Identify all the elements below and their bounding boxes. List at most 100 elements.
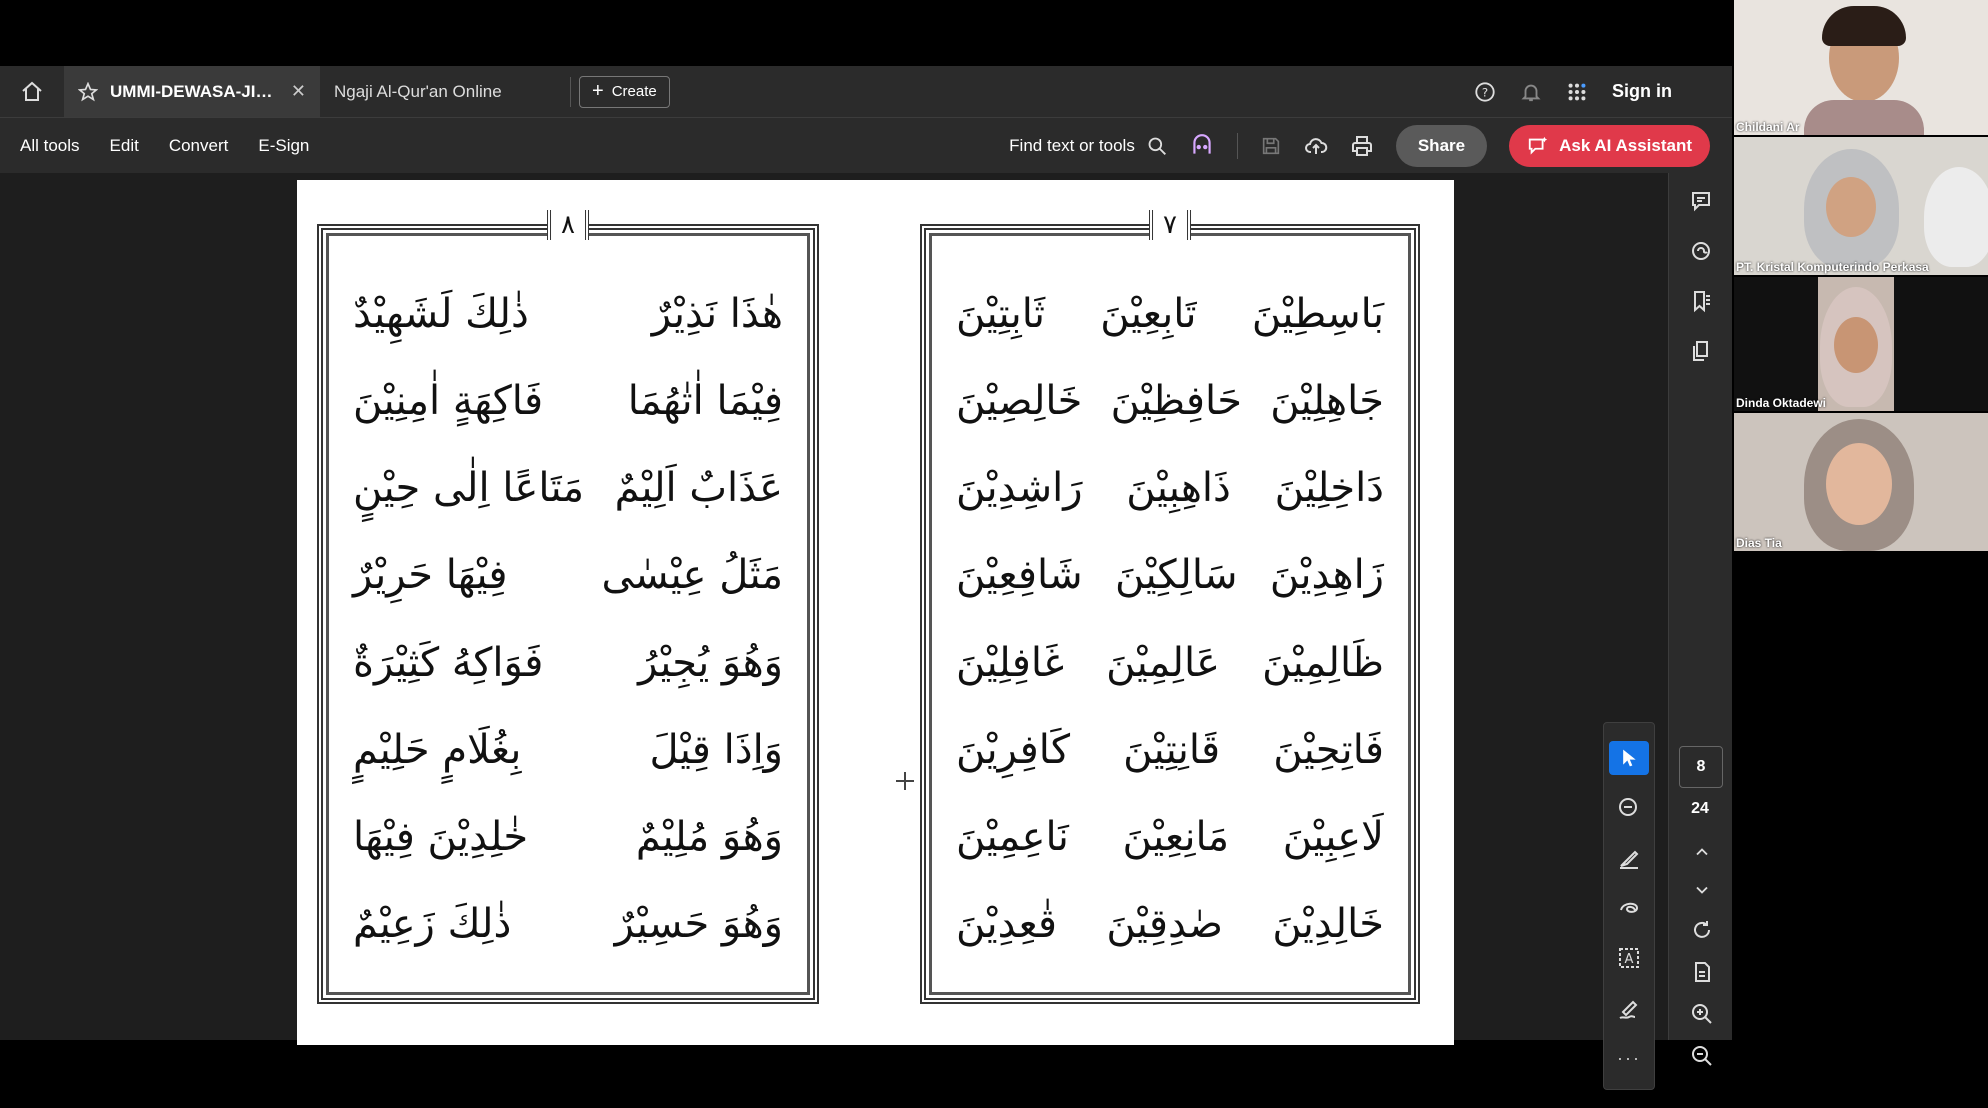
sign-in-link[interactable]: Sign in	[1612, 81, 1672, 102]
crosshair-cursor	[896, 772, 914, 790]
right-page-frame: ٧ بَاسِطِيْنَ تَابِعِيْنَ ثَابِتِيْنَ جَاهِ…	[920, 210, 1420, 1004]
arabic-word: دَاخِلِيْنَ	[1274, 465, 1384, 512]
apps-grid-icon[interactable]	[1566, 81, 1588, 103]
arabic-word: لَاعِبِيْنَ	[1282, 814, 1384, 861]
text-tool[interactable]: A	[1609, 941, 1649, 975]
main-toolbar: All tools Edit Convert E-Sign Find text …	[0, 117, 1732, 174]
freehand-draw-icon	[1620, 902, 1639, 913]
svg-text:?: ?	[1482, 85, 1488, 99]
text-line: لَاعِبِيْنَ مَانِعِيْنَ نَاعِمِيْنَ	[956, 794, 1384, 881]
select-tool[interactable]	[1609, 741, 1649, 775]
share-label: Share	[1417, 136, 1466, 155]
document-area[interactable]: ٨ هٰذَا نَذِيْرٌ ذٰلِكَ لَشَهِيْدٌ فِيْمَا…	[0, 173, 1668, 1045]
menu-all-tools[interactable]: All tools	[20, 136, 80, 156]
create-label: Create	[611, 83, 657, 100]
sign-tool[interactable]	[1609, 991, 1649, 1025]
text-line: مَثَلُ عِيْسٰى فِيْهَا حَرِيْرٌ	[353, 532, 783, 619]
zoom-in-icon[interactable]	[1690, 1002, 1714, 1026]
participant-tile-4: Dias Tia	[1734, 413, 1988, 551]
help-icon[interactable]: ?	[1474, 81, 1496, 103]
participant-tile-3: Dinda Oktadewi	[1734, 277, 1988, 411]
rotate-icon[interactable]	[1690, 918, 1714, 942]
participant-face-4	[1826, 443, 1892, 525]
zoom-out-icon[interactable]	[1690, 1044, 1714, 1068]
quick-tools-bar: A ···	[1603, 722, 1655, 1090]
arabic-word: بَاسِطِيْنَ	[1251, 290, 1384, 337]
text-box-icon: A	[1619, 948, 1639, 968]
current-page-input[interactable]: 8	[1679, 746, 1723, 788]
ask-ai-label: Ask AI Assistant	[1559, 136, 1692, 155]
pdf-viewer-window: UMMI-DEWASA-JILID-... ✕ Ngaji Al-Qur'an …	[0, 66, 1732, 1090]
plus-icon: +	[592, 80, 604, 102]
add-comment-icon	[1619, 798, 1637, 816]
arabic-word: قَانِتِيْنَ	[1123, 726, 1221, 773]
arabic-word: وَهُوَ مُلِيْمٌ	[635, 814, 783, 861]
ai-read-aloud-icon[interactable]	[1189, 133, 1215, 159]
participant-video-2b	[1924, 167, 1988, 267]
arabic-word: شَافِعِيْنَ	[956, 552, 1083, 599]
text-line: جَاهِلِيْنَ حَافِظِيْنَ خَالِصِيْنَ	[956, 357, 1384, 444]
chevron-down-icon[interactable]	[1692, 880, 1712, 900]
arabic-word: صٰدِقِيْنَ	[1106, 901, 1223, 948]
pages-icon[interactable]	[1689, 339, 1713, 363]
arabic-word: خَالِدِيْنَ	[1272, 901, 1384, 948]
save-icon[interactable]	[1260, 135, 1282, 157]
cursor-arrow-icon	[1623, 749, 1636, 767]
share-button[interactable]: Share	[1395, 125, 1488, 167]
create-button[interactable]: + Create	[579, 75, 670, 108]
print-icon[interactable]	[1350, 134, 1374, 158]
menu-edit[interactable]: Edit	[110, 136, 139, 156]
arabic-word: بِغُلَامٍ حَلِيْمٍ	[353, 726, 522, 773]
tab-bar: UMMI-DEWASA-JILID-... ✕ Ngaji Al-Qur'an …	[0, 66, 1732, 117]
arabic-word: فَاتِحِيْنَ	[1273, 726, 1384, 773]
chevron-up-icon[interactable]	[1692, 842, 1712, 862]
arabic-word: ظَالِمِيْنَ	[1262, 639, 1384, 686]
arabic-word: نَاعِمِيْنَ	[956, 814, 1069, 861]
text-line: وَهُوَ مُلِيْمٌ خٰلِدِيْنَ فِيْهَا	[353, 794, 783, 881]
menu-convert[interactable]: Convert	[169, 136, 229, 156]
page-display-icon[interactable]	[1690, 960, 1714, 984]
find-label: Find text or tools	[1009, 136, 1135, 155]
text-line: زَاهِدِيْنَ سَالِكِيْنَ شَافِعِيْنَ	[956, 532, 1384, 619]
bell-icon[interactable]	[1520, 81, 1542, 103]
right-page-text: بَاسِطِيْنَ تَابِعِيْنَ ثَابِتِيْنَ جَاهِلِ…	[956, 270, 1384, 968]
toolbar-menu: All tools Edit Convert E-Sign	[0, 136, 309, 156]
participant-name-3: Dinda Oktadewi	[1736, 396, 1827, 410]
arabic-word: هٰذَا نَذِيْرٌ	[651, 290, 783, 337]
close-tab-icon[interactable]: ✕	[291, 81, 306, 102]
arabic-word: ذٰلِكَ لَشَهِيْدٌ	[353, 290, 529, 337]
menu-e-sign[interactable]: E-Sign	[258, 136, 309, 156]
draw-tool[interactable]	[1609, 891, 1649, 925]
participant-face-3	[1834, 317, 1878, 373]
find-text-or-tools[interactable]: Find text or tools	[1009, 136, 1167, 156]
arabic-word: قٰعِدِيْنَ	[956, 901, 1058, 948]
total-pages: 24	[1691, 800, 1709, 817]
participant-tile-1: Childani Ar	[1734, 0, 1988, 135]
more-tools-button[interactable]: ···	[1609, 1041, 1649, 1075]
arabic-word: ثَابِتِيْنَ	[956, 290, 1046, 337]
cloud-upload-icon[interactable]	[1304, 134, 1328, 158]
ask-ai-assistant-button[interactable]: Ask AI Assistant	[1509, 125, 1710, 167]
tab-document[interactable]: UMMI-DEWASA-JILID-... ✕	[64, 66, 320, 117]
arabic-word: سَالِكِيْنَ	[1115, 552, 1238, 599]
arabic-word: ذٰلِكَ زَعِيْمٌ	[353, 901, 512, 948]
arabic-word: وَهُوَ حَسِيْرٌ	[614, 901, 783, 948]
tab-ngaji-title: Ngaji Al-Qur'an Online	[334, 81, 502, 101]
toolbar-separator	[1236, 133, 1238, 159]
home-button[interactable]	[0, 66, 64, 117]
svg-text:A: A	[1625, 952, 1634, 967]
arabic-word: رَاشِدِيْنَ	[956, 465, 1083, 512]
star-icon[interactable]	[78, 81, 98, 102]
highlight-tool[interactable]	[1609, 841, 1649, 875]
comment-panel-icon[interactable]	[1689, 189, 1713, 213]
attachment-icon[interactable]	[1689, 239, 1713, 263]
comment-tool[interactable]	[1609, 791, 1649, 825]
bookmark-icon[interactable]	[1689, 289, 1713, 313]
pdf-page-spread: ٨ هٰذَا نَذِيْرٌ ذٰلِكَ لَشَهِيْدٌ فِيْمَا…	[297, 180, 1454, 1045]
tab-ngaji[interactable]: Ngaji Al-Qur'an Online	[320, 66, 570, 117]
arabic-word: فَوَاكِهُ كَثِيْرَةٌ	[353, 639, 544, 686]
arabic-word: جَاهِلِيْنَ	[1270, 377, 1384, 424]
search-icon	[1148, 137, 1166, 155]
arabic-word: مَانِعِيْنَ	[1122, 814, 1230, 861]
text-line: عَذَابٌ اَلِيْمٌ مَتَاعًا اِلٰى حِيْنٍ	[353, 445, 783, 532]
